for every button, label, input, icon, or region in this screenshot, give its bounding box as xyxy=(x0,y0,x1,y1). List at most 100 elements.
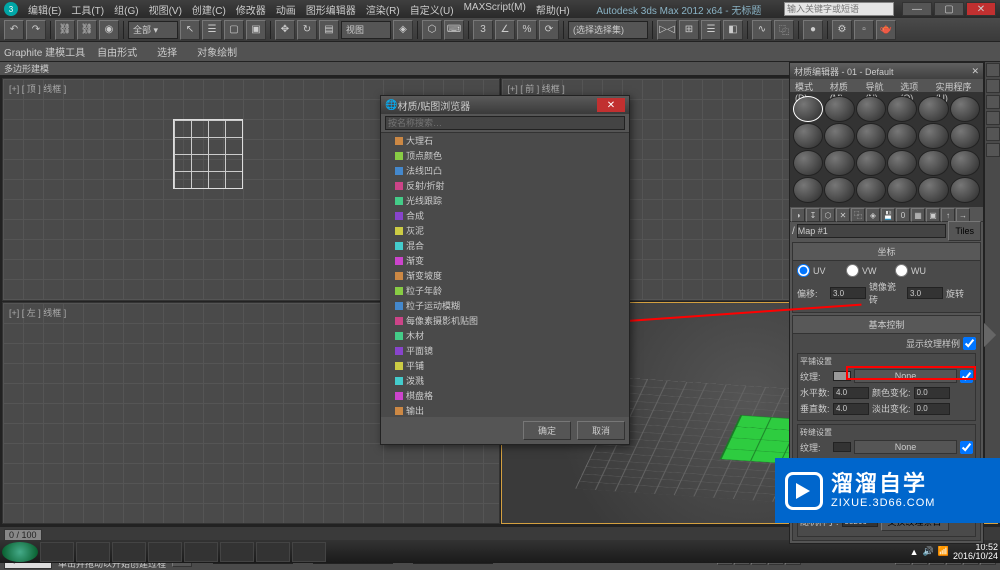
material-slot[interactable] xyxy=(918,150,948,176)
app-icon[interactable]: 3 xyxy=(4,2,18,16)
material-slot[interactable] xyxy=(856,96,886,122)
menu-edit[interactable]: 编辑(E) xyxy=(24,0,65,19)
link-button[interactable]: ⛓ xyxy=(55,20,75,40)
show-sample-checkbox[interactable] xyxy=(963,337,976,350)
mat-menu-utils[interactable]: 实用程序(U) xyxy=(932,79,981,92)
modify-panel-tab[interactable] xyxy=(986,79,1000,93)
curve-editor-button[interactable]: ∿ xyxy=(752,20,772,40)
material-slot[interactable] xyxy=(887,123,917,149)
pivot-center-button[interactable]: ◈ xyxy=(393,20,413,40)
system-tray[interactable]: ▲ 🔊 📶 10:52 2016/10/24 xyxy=(910,543,998,561)
manage-scenes-button[interactable]: ◧ xyxy=(723,20,743,40)
browser-list-item[interactable]: 粒子运动模糊 xyxy=(381,298,629,313)
browser-list-item[interactable]: 渐变坡度 xyxy=(381,268,629,283)
material-slot[interactable] xyxy=(887,150,917,176)
rollout-header-coords[interactable]: 坐标 xyxy=(793,243,980,261)
browser-list-item[interactable]: 反射/折射 xyxy=(381,178,629,193)
menu-animation[interactable]: 动画 xyxy=(272,0,300,19)
named-selection-dropdown[interactable]: (选择选择集) xyxy=(568,21,648,39)
tile-color-swatch[interactable] xyxy=(833,371,851,381)
schematic-view-button[interactable]: ⿻ xyxy=(774,20,794,40)
layer-manager-button[interactable]: ☰ xyxy=(701,20,721,40)
clock-date[interactable]: 2016/10/24 xyxy=(953,552,998,561)
u-offset-spinner[interactable] xyxy=(830,287,866,299)
taskbar-item[interactable] xyxy=(112,542,146,562)
reset-map-button[interactable]: ✕ xyxy=(836,208,850,222)
select-object-button[interactable]: ↖ xyxy=(180,20,200,40)
material-slot[interactable] xyxy=(793,177,823,203)
viewport-label-top[interactable]: [+] [ 顶 ] 线框 ] xyxy=(5,81,70,96)
menu-create[interactable]: 创建(C) xyxy=(188,0,230,19)
close-button[interactable]: ✕ xyxy=(966,2,996,16)
material-slot[interactable] xyxy=(824,123,854,149)
mat-id-button[interactable]: 0 xyxy=(896,208,910,222)
minimize-button[interactable]: — xyxy=(902,2,932,16)
browser-list-item[interactable]: 混合 xyxy=(381,238,629,253)
snap-toggle-button[interactable]: 3 xyxy=(473,20,493,40)
browser-list-item[interactable]: 每像素摄影机贴图 xyxy=(381,313,629,328)
rotate-button[interactable]: ↻ xyxy=(297,20,317,40)
pick-material-icon[interactable]: / xyxy=(792,226,795,237)
uv-radio[interactable] xyxy=(797,264,810,277)
material-slot[interactable] xyxy=(793,123,823,149)
material-slot[interactable] xyxy=(793,96,823,122)
browser-list-item[interactable]: 棋盘格 xyxy=(381,388,629,403)
rollout-header-basic[interactable]: 基本控制 xyxy=(793,316,980,334)
browser-list-item[interactable]: 合成 xyxy=(381,208,629,223)
material-editor-titlebar[interactable]: 材质编辑器 - 01 - Default ✕ xyxy=(790,63,983,79)
redo-button[interactable]: ↷ xyxy=(26,20,46,40)
grout-texture-none-button[interactable]: None xyxy=(854,440,957,454)
material-slot[interactable] xyxy=(824,96,854,122)
ref-coord-dropdown[interactable]: 视图 xyxy=(341,21,391,39)
browser-list-item[interactable]: 泼溅 xyxy=(381,373,629,388)
tray-icon[interactable]: 🔊 xyxy=(923,546,934,557)
mat-menu-options[interactable]: 选项(O) xyxy=(897,79,930,92)
material-slot[interactable] xyxy=(918,123,948,149)
move-button[interactable]: ✥ xyxy=(275,20,295,40)
material-slot[interactable] xyxy=(918,96,948,122)
maximize-button[interactable]: ▢ xyxy=(934,2,964,16)
material-slot[interactable] xyxy=(793,150,823,176)
go-parent-button[interactable]: ↑ xyxy=(941,208,955,222)
tile-texture-enable-checkbox[interactable] xyxy=(960,370,973,383)
taskbar-item[interactable] xyxy=(292,542,326,562)
browser-list-item[interactable]: 灰泥 xyxy=(381,223,629,238)
material-slot[interactable] xyxy=(950,150,980,176)
color-var-spinner[interactable] xyxy=(914,387,950,399)
material-slot[interactable] xyxy=(918,177,948,203)
keyboard-shortcut-button[interactable]: ⌨ xyxy=(444,20,464,40)
wu-radio[interactable] xyxy=(895,264,908,277)
material-slot[interactable] xyxy=(950,96,980,122)
material-slot[interactable] xyxy=(824,177,854,203)
taskbar-item[interactable] xyxy=(184,542,218,562)
browser-list-item[interactable]: 法线凹凸 xyxy=(381,163,629,178)
scale-button[interactable]: ▤ xyxy=(319,20,339,40)
window-crossing-button[interactable]: ▣ xyxy=(246,20,266,40)
select-by-name-button[interactable]: ☰ xyxy=(202,20,222,40)
make-unique-button[interactable]: ◈ xyxy=(866,208,880,222)
browser-list-item[interactable]: 渐变 xyxy=(381,253,629,268)
angle-snap-button[interactable]: ∠ xyxy=(495,20,515,40)
v-count-spinner[interactable] xyxy=(833,403,869,415)
motion-panel-tab[interactable] xyxy=(986,111,1000,125)
grout-color-swatch[interactable] xyxy=(833,442,851,452)
browser-list-item[interactable]: 平面镜 xyxy=(381,343,629,358)
show-end-result-button[interactable]: ▣ xyxy=(926,208,940,222)
align-button[interactable]: ⊞ xyxy=(679,20,699,40)
selection-filter-dropdown[interactable]: 全部 ▾ xyxy=(128,21,178,39)
h-count-spinner[interactable] xyxy=(833,387,869,399)
material-slot[interactable] xyxy=(950,123,980,149)
material-editor-close-button[interactable]: ✕ xyxy=(971,66,979,77)
tray-icon[interactable]: 📶 xyxy=(938,546,949,557)
viewport-label-left[interactable]: [+] [ 左 ] 线框 ] xyxy=(5,305,70,320)
menu-maxscript[interactable]: MAXScript(M) xyxy=(460,0,530,19)
manipulate-button[interactable]: ⬡ xyxy=(422,20,442,40)
material-slot[interactable] xyxy=(887,177,917,203)
browser-search-input[interactable] xyxy=(385,116,625,130)
render-frame-button[interactable]: ▫ xyxy=(854,20,874,40)
ribbon-tab-freeform[interactable]: 自由形式 xyxy=(89,41,145,62)
material-slot[interactable] xyxy=(887,96,917,122)
menu-customize[interactable]: 自定义(U) xyxy=(406,0,458,19)
put-to-scene-button[interactable]: ↧ xyxy=(806,208,820,222)
command-panel[interactable] xyxy=(984,62,1000,512)
